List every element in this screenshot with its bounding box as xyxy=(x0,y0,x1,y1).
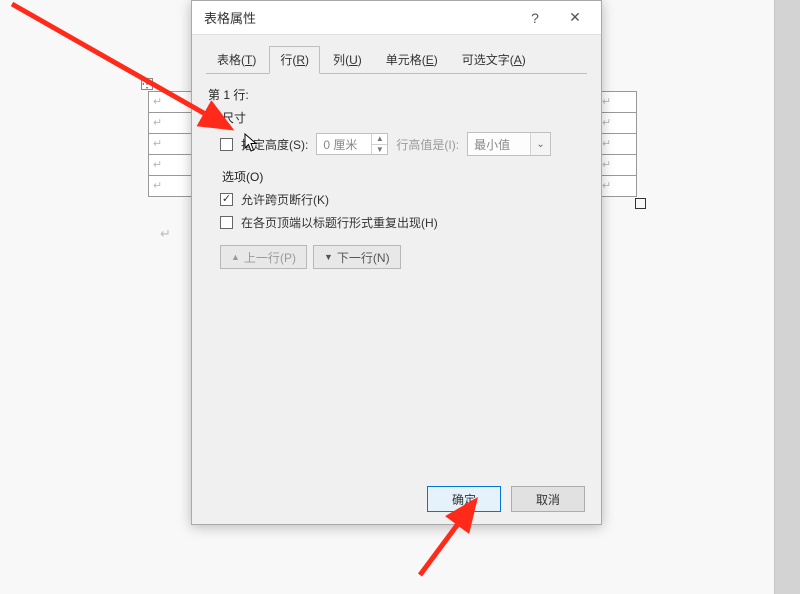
next-row-button[interactable]: ▼ 下一行(N) xyxy=(313,245,401,269)
help-button[interactable]: ? xyxy=(515,4,555,32)
dialog-footer: 确定 取消 xyxy=(192,474,601,524)
tab-label: 单元格 xyxy=(386,53,422,67)
row-height-input[interactable] xyxy=(317,134,371,154)
table-cell[interactable]: ↵ xyxy=(597,154,637,176)
tab-accel: R xyxy=(296,53,305,67)
prev-row-button[interactable]: ▲ 上一行(P) xyxy=(220,245,307,269)
tab-accel: U xyxy=(349,53,358,67)
combo-value: 最小值 xyxy=(468,136,530,153)
label-text: 在各页顶端以标题行形式重复出现 xyxy=(241,216,421,230)
paragraph-mark-icon: ↵ xyxy=(160,226,171,242)
allow-break-checkbox[interactable] xyxy=(220,193,233,206)
label-accel: O xyxy=(250,170,259,184)
tab-row[interactable]: 行(R) xyxy=(269,46,320,74)
height-is-label: 行高值是(I): xyxy=(396,136,459,153)
dialog-titlebar[interactable]: 表格属性 ? ✕ xyxy=(192,1,601,35)
table-move-handle-icon[interactable] xyxy=(141,78,153,90)
table-cell[interactable]: ↵ xyxy=(597,112,637,134)
scroll-gutter xyxy=(774,0,800,594)
size-label: 尺寸 xyxy=(222,109,587,126)
height-rule-combo[interactable]: 最小值 ⌄ xyxy=(467,132,551,156)
specify-height-label: 指定高度(S): xyxy=(241,136,308,153)
ok-button[interactable]: 确定 xyxy=(427,486,501,512)
spinner-down-icon[interactable]: ▼ xyxy=(372,145,387,155)
triangle-up-icon: ▲ xyxy=(231,252,240,262)
table-cell[interactable]: ↵ xyxy=(597,133,637,155)
label-text: 允许跨页断行 xyxy=(241,193,313,207)
table-cell[interactable]: ↵ xyxy=(597,91,637,113)
label-accel: S xyxy=(293,138,301,152)
tab-label: 行 xyxy=(280,53,292,67)
label-accel: I xyxy=(448,138,451,152)
options-label: 选项(O) xyxy=(222,168,587,185)
button-label: 上一行(P) xyxy=(244,249,296,266)
label-text: 选项 xyxy=(222,170,246,184)
label-text: 行高值是 xyxy=(396,138,444,152)
repeat-header-label: 在各页顶端以标题行形式重复出现(H) xyxy=(241,214,438,231)
repeat-header-checkbox[interactable] xyxy=(220,216,233,229)
label-accel: H xyxy=(425,216,434,230)
tab-table[interactable]: 表格(T) xyxy=(206,46,267,74)
label-text: 指定高度 xyxy=(241,138,289,152)
tab-cell[interactable]: 单元格(E) xyxy=(375,46,449,74)
table-cell[interactable]: ↵ xyxy=(597,175,637,197)
dialog-title: 表格属性 xyxy=(204,8,515,27)
spinner-up-icon[interactable]: ▲ xyxy=(372,134,387,145)
button-label: 下一行(N) xyxy=(337,249,390,266)
dialog-body: 表格(T) 行(R) 列(U) 单元格(E) 可选文字(A) 第 1 行: 尺寸… xyxy=(192,35,601,474)
spinner-arrows[interactable]: ▲ ▼ xyxy=(371,134,387,154)
table-fragment-right: ↵ ↵ ↵ ↵ ↵ xyxy=(597,92,637,197)
allow-break-label: 允许跨页断行(K) xyxy=(241,191,329,208)
tab-accel: A xyxy=(514,53,522,67)
tab-accel: T xyxy=(245,53,252,67)
row-height-spinner[interactable]: ▲ ▼ xyxy=(316,133,388,155)
tab-label: 可选文字 xyxy=(462,53,510,67)
tab-label: 表格 xyxy=(217,53,241,67)
row-heading: 第 1 行: xyxy=(208,86,587,103)
tab-alttext[interactable]: 可选文字(A) xyxy=(451,46,537,74)
tab-label: 列 xyxy=(333,53,345,67)
triangle-down-icon: ▼ xyxy=(324,252,333,262)
cancel-button[interactable]: 取消 xyxy=(511,486,585,512)
label-accel: K xyxy=(317,193,325,207)
table-properties-dialog: 表格属性 ? ✕ 表格(T) 行(R) 列(U) 单元格(E) 可选文字(A) … xyxy=(191,0,602,525)
specify-height-checkbox[interactable] xyxy=(220,138,233,151)
tabstrip: 表格(T) 行(R) 列(U) 单元格(E) 可选文字(A) xyxy=(206,45,587,74)
table-resize-handle-icon[interactable] xyxy=(635,198,646,209)
chevron-down-icon[interactable]: ⌄ xyxy=(530,133,550,155)
close-button[interactable]: ✕ xyxy=(555,4,595,32)
tab-column[interactable]: 列(U) xyxy=(322,46,373,74)
tab-accel: E xyxy=(426,53,434,67)
